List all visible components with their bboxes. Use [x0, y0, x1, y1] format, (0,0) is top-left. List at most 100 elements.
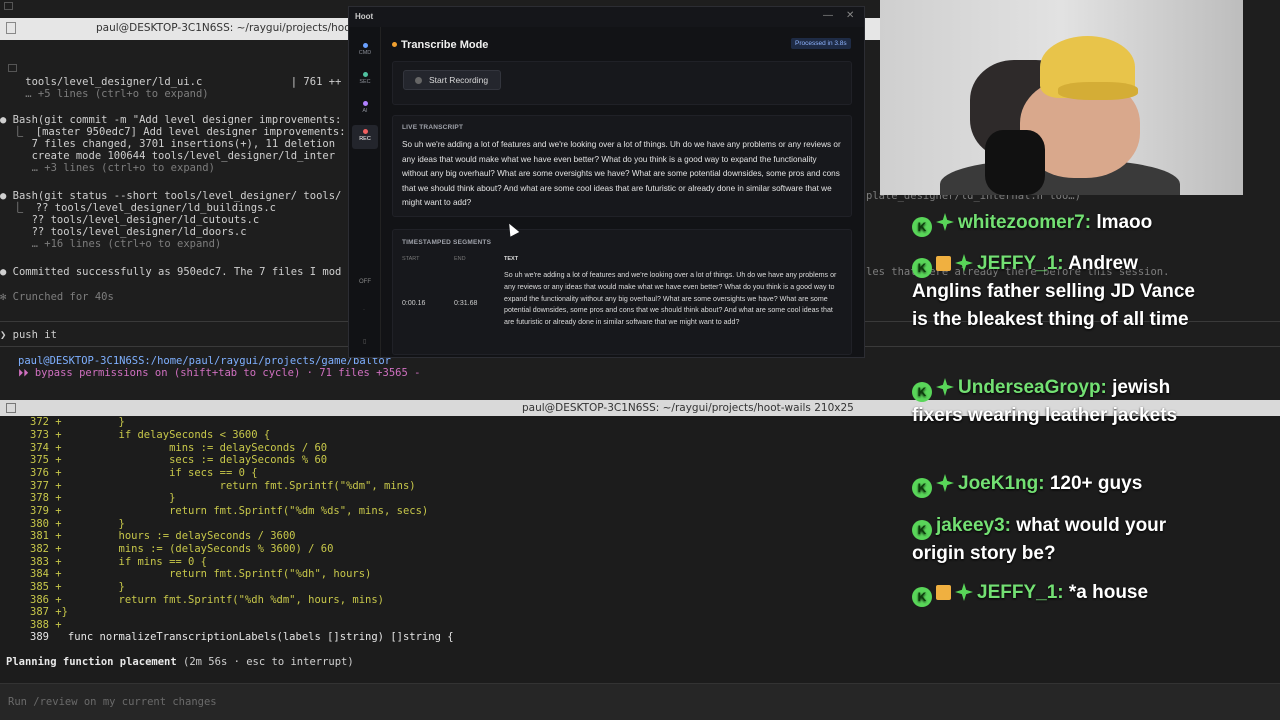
chat-username: JoeK1ng: — [958, 473, 1045, 494]
terminal-line: tools/level_designer/ld_ui.c | 761 ++ — [0, 76, 342, 88]
recording-card: Start Recording — [392, 61, 852, 105]
code-line: 377 + return fmt.Sprintf("%dm", mins) — [30, 480, 416, 492]
mode-indicator-icon — [392, 42, 397, 47]
gift-badge-icon — [936, 256, 951, 271]
chat-username: UnderseaGroyp: — [958, 377, 1107, 398]
code-line: 385 + } — [30, 581, 125, 593]
sub-badge-icon — [936, 213, 954, 231]
chat-text: 120+ guys — [1049, 473, 1143, 494]
segment-end: 0:31.68 — [454, 300, 478, 307]
chat-message: K JEFFY_1: Andrew Anglins father selling … — [912, 250, 1212, 334]
chat-overlay: Kwhitezoomer7: lmaoo K JEFFY_1: Andrew An… — [880, 195, 1240, 635]
start-recording-label: Start Recording — [429, 75, 489, 85]
sub-badge-icon — [936, 378, 954, 396]
kick-badge-icon: K — [912, 520, 932, 540]
hoot-window[interactable]: Hoot — ✕ CMD SEC AI REC OFF · ▯ Transcri… — [348, 6, 865, 358]
segment-text: So uh we're adding a lot of features and… — [504, 271, 837, 327]
column-start: START — [402, 256, 420, 262]
pane-icon — [8, 64, 17, 72]
terminal-line: … +3 lines (ctrl+o to expand) — [0, 162, 215, 174]
code-line: 381 + hours := delaySeconds / 3600 — [30, 530, 296, 542]
kick-badge-icon: K — [912, 258, 932, 278]
rail-item-ai[interactable]: AI — [352, 97, 378, 121]
kick-badge-icon: K — [912, 217, 932, 237]
settings-icon[interactable]: · — [363, 307, 365, 313]
terminal-line: ● Bash(git commit -m "Add level designer… — [0, 114, 342, 126]
terminal-line: ● Committed successfully as 950edc7. The… — [0, 266, 342, 278]
code-line: 373 + if delaySeconds < 3600 { — [30, 429, 271, 441]
transcribe-panel: Transcribe Mode Processed in 3.8s Start … — [382, 27, 864, 357]
chat-text: *a house — [1068, 582, 1149, 603]
rail-item-label: SEC — [359, 79, 371, 85]
chat-message: K JoeK1ng: 120+ guys — [912, 470, 1212, 498]
segments-label: TIMESTAMPED SEGMENTS — [402, 239, 492, 246]
rail-item-cmd[interactable]: CMD — [352, 39, 378, 63]
window-icon — [6, 403, 16, 413]
power-toggle[interactable]: OFF — [352, 279, 378, 285]
mode-sidebar: CMD SEC AI REC OFF · ▯ — [349, 27, 381, 357]
code-line: 376 + if secs == 0 { — [30, 467, 258, 479]
terminal-line: ⎿ ?? tools/level_designer/ld_buildings.c — [0, 202, 277, 214]
terminal-line: ?? tools/level_designer/ld_doors.c — [0, 226, 247, 238]
terminal-line: ● Bash(git status --short tools/level_de… — [0, 190, 342, 202]
code-line: 374 + mins := delaySeconds / 60 — [30, 442, 328, 454]
terminal-prompt: ❯ push it — [0, 329, 57, 341]
code-line: 383 + if mins == 0 { — [30, 556, 208, 568]
terminal-line: ⎿ [master 950edc7] Add level designer im… — [0, 126, 346, 138]
code-line: 379 + return fmt.Sprintf("%dm %ds", mins… — [30, 505, 429, 517]
code-line: 380 + } — [30, 518, 125, 530]
top-terminal-title: paul@DESKTOP-3C1N6SS: ~/raygui/projects/… — [96, 22, 385, 34]
ai-dot-icon — [362, 101, 368, 106]
rail-item-sec[interactable]: SEC — [352, 68, 378, 92]
rail-item-rec[interactable]: REC — [352, 125, 378, 149]
window-icon — [6, 22, 16, 34]
sub-badge-icon — [955, 583, 973, 601]
bottom-terminal-title: paul@DESKTOP-3C1N6SS: ~/raygui/projects/… — [522, 402, 854, 414]
terminal-line: ✻ Crunched for 40s — [0, 291, 114, 303]
code-line: 382 + mins := (delaySeconds % 3600) / 60 — [30, 543, 334, 555]
terminal-line: create mode 100644 tools/level_designer/… — [0, 150, 336, 162]
chat-username: JEFFY_1: — [977, 582, 1064, 603]
kick-badge-icon: K — [912, 382, 932, 402]
chat-username: jakeey3: — [936, 515, 1012, 536]
kick-badge-icon: K — [912, 478, 932, 498]
sub-badge-icon — [955, 254, 973, 272]
code-line: 386 + return fmt.Sprintf("%dh %dm", hour… — [30, 594, 385, 606]
terminal-line: … +16 lines (ctrl+o to expand) — [0, 238, 222, 250]
activity-status: Planning function placement (2m 56s · es… — [6, 656, 354, 668]
processed-badge: Processed in 3.8s — [791, 38, 851, 49]
permissions-status: ⏵⏵ bypass permissions on (shift+tab to c… — [18, 367, 421, 379]
code-line: 384 + return fmt.Sprintf("%dh", hours) — [30, 568, 372, 580]
code-line: 388 + — [30, 619, 62, 631]
terminal-prompt-path: paul@DESKTOP-3C1N6SS:/home/paul/raygui/p… — [18, 355, 391, 367]
sec-dot-icon — [362, 72, 368, 77]
code-line: 389 func normalizeTranscriptionLabels(la… — [30, 631, 454, 643]
chat-message: Kwhitezoomer7: lmaoo — [912, 209, 1212, 237]
chat-username: JEFFY_1: — [977, 253, 1064, 274]
cmd-dot-icon — [362, 43, 368, 48]
info-icon[interactable]: ▯ — [363, 338, 366, 345]
mode-title: Transcribe Mode — [401, 39, 489, 51]
chat-username: whitezoomer7: — [958, 212, 1092, 233]
kick-badge-icon: K — [912, 587, 932, 607]
gift-badge-icon — [936, 585, 951, 600]
prompt-input[interactable]: Run /review on my current changes — [0, 683, 1280, 720]
chat-message: K JEFFY_1: *a house — [912, 579, 1212, 607]
minimize-button[interactable]: — — [823, 10, 833, 21]
live-transcript-text: So uh we're adding a lot of features and… — [402, 140, 841, 207]
record-icon — [415, 77, 422, 84]
close-button[interactable]: ✕ — [846, 10, 854, 21]
sub-badge-icon — [936, 474, 954, 492]
screen-edge — [1243, 0, 1280, 195]
segment-start: 0:00.16 — [402, 300, 426, 307]
terminal-line: 7 files changed, 3701 insertions(+), 11 … — [0, 138, 336, 150]
start-recording-button[interactable]: Start Recording — [403, 70, 501, 90]
rec-dot-icon — [362, 129, 368, 134]
live-transcript-card: LIVE TRANSCRIPT So uh we're adding a lot… — [392, 115, 852, 217]
column-text: TEXT — [504, 256, 519, 262]
code-line: 387 +} — [30, 606, 68, 618]
live-transcript-label: LIVE TRANSCRIPT — [402, 124, 464, 131]
window-icon — [4, 2, 13, 10]
code-line: 372 + } — [30, 416, 125, 428]
code-line: 378 + } — [30, 492, 176, 504]
